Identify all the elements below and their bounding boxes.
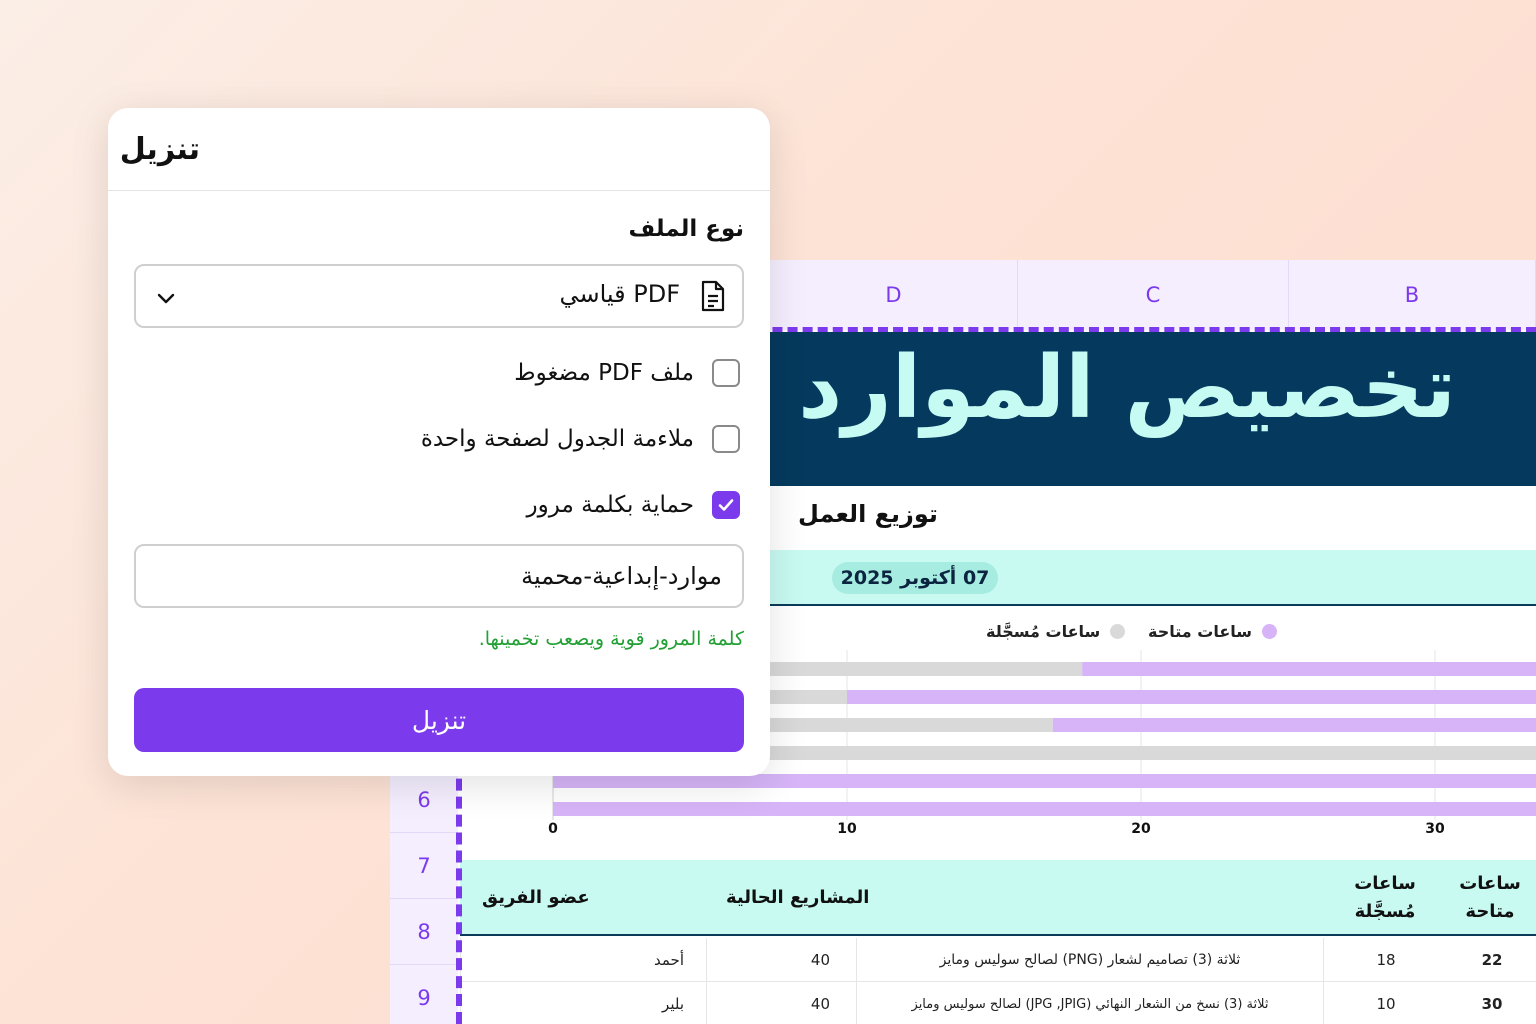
header-current-projects: المشاريع الحالية (726, 887, 870, 908)
chart-tick-label: 0 (548, 821, 558, 837)
legend-available-label: ساعات متاحة (1148, 622, 1253, 641)
banner-title: تخصيص الموارد (798, 338, 1456, 438)
available-bar (847, 690, 1536, 704)
dialog-divider (108, 190, 770, 191)
cell-member[interactable]: أحمد (460, 938, 706, 982)
option-password-protect-label: حماية بكلمة مرور (526, 492, 694, 518)
dialog-title: تنزيل (119, 132, 200, 167)
available-bar (553, 802, 1536, 816)
chart-tick-label: 20 (1131, 821, 1151, 837)
download-dialog: تنزيل نوع الملف PDF قياسي ملف PDF مضغوط … (108, 108, 770, 776)
option-fit-one-page[interactable]: ملاءمة الجدول لصفحة واحدة (421, 424, 740, 454)
available-bar (553, 774, 1536, 788)
section-title: توزيع العمل (798, 500, 938, 528)
file-type-select[interactable]: PDF قياسي (134, 264, 744, 328)
cell-project[interactable]: ثلاثة (3) نسخ من الشعار النهائي (JPG ,JP… (856, 982, 1323, 1024)
chart-tick-label: 10 (837, 821, 857, 837)
cell-hours[interactable]: 40 (706, 982, 856, 1024)
checkbox-fit-one-page[interactable] (712, 425, 740, 453)
table-row[interactable]: بلير 40 ثلاثة (3) نسخ من الشعار النهائي … (460, 982, 1536, 1024)
chart-tick-label: 30 (1425, 821, 1445, 837)
header-team-member: عضو الفريق (482, 887, 590, 908)
table-row[interactable]: أحمد 40 ثلاثة (3) تصاميم لشعار (PNG) لصا… (460, 938, 1536, 982)
legend-available-swatch (1262, 624, 1278, 639)
file-type-label: نوع الملف (628, 216, 745, 242)
file-type-value: PDF قياسي (559, 280, 680, 308)
cell-available[interactable]: 30 (1448, 982, 1536, 1024)
legend-logged-swatch (1110, 624, 1126, 639)
cell-member[interactable]: بلير (460, 982, 706, 1024)
date-pill: 07 أكتوبر 2025 (832, 562, 998, 594)
option-compressed-pdf[interactable]: ملف PDF مضغوط (514, 358, 740, 388)
password-strength-hint: كلمة المرور قوية ويصعب تخمينها. (478, 628, 744, 650)
cell-logged[interactable]: 18 (1323, 938, 1448, 982)
chevron-down-icon[interactable] (154, 286, 178, 314)
header-logged-hours: ساعات مُسجَّلة (1354, 873, 1416, 922)
available-bar (1082, 662, 1536, 676)
option-fit-one-page-label: ملاءمة الجدول لصفحة واحدة (420, 426, 694, 452)
legend-available: ساعات متاحة (1148, 622, 1278, 641)
available-bar (1052, 718, 1536, 732)
legend-logged-label: ساعات مُسجَّلة (986, 622, 1101, 641)
cell-available[interactable]: 22 (1448, 938, 1536, 982)
document-icon (700, 280, 726, 316)
title-banner: تخصيص الموارد (770, 332, 1536, 486)
checkbox-compressed-pdf[interactable] (712, 359, 740, 387)
cell-hours[interactable]: 40 (706, 938, 856, 982)
checkmark-icon (718, 499, 734, 511)
table-header: عضو الفريق المشاريع الحالية ساعات مُسجَّ… (460, 860, 1536, 936)
row-number-8[interactable]: 8 (390, 898, 458, 964)
column-header-d[interactable]: D (770, 260, 1018, 330)
option-compressed-pdf-label: ملف PDF مضغوط (514, 360, 694, 386)
legend-logged: ساعات مُسجَّلة (986, 622, 1126, 641)
column-header-c[interactable]: C (1018, 260, 1289, 330)
download-button[interactable]: تنزيل (134, 688, 744, 752)
column-header-b[interactable]: B (1289, 260, 1536, 330)
option-password-protect[interactable]: حماية بكلمة مرور (527, 490, 740, 520)
checkbox-password-protect[interactable] (712, 491, 740, 519)
password-input[interactable] (134, 544, 744, 608)
row-number-9[interactable]: 9 (390, 964, 458, 1024)
row-number-7[interactable]: 7 (390, 832, 458, 898)
cell-project[interactable]: ثلاثة (3) تصاميم لشعار (PNG) لصالح سوليس… (856, 938, 1323, 982)
header-available-hours: ساعات متاحة (1459, 873, 1521, 922)
cell-logged[interactable]: 10 (1323, 982, 1448, 1024)
